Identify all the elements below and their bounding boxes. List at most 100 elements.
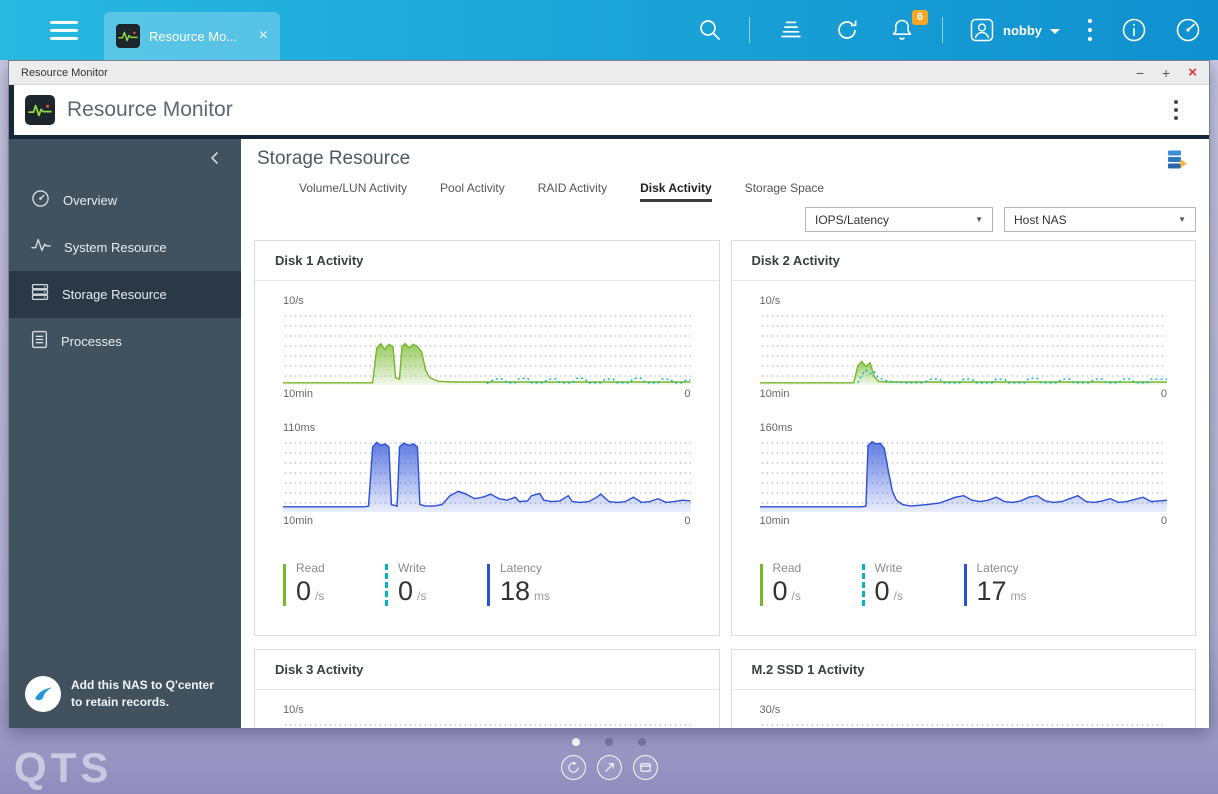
disk1-latency-chart xyxy=(283,438,691,512)
app-title: Resource Monitor xyxy=(67,98,233,121)
desktop: Resource Mo... × 6 nobby Resource Monito… xyxy=(0,0,1218,794)
background-tasks-icon[interactable] xyxy=(776,15,806,45)
disk1-activity-card: Disk 1 Activity 10/s 10min 0 110ms 10min… xyxy=(254,240,720,636)
metric-select-value: IOPS/Latency xyxy=(815,212,890,227)
external-device-sync-icon[interactable] xyxy=(832,15,862,45)
qcenter-promo[interactable]: Add this NAS to Q'center to retain recor… xyxy=(25,676,214,712)
taskbar-divider xyxy=(942,17,943,43)
page-dot-1[interactable] xyxy=(572,738,580,746)
metric-select[interactable]: IOPS/Latency ▼ xyxy=(805,207,993,232)
read-marker xyxy=(759,564,763,606)
read-label: Read xyxy=(772,561,802,575)
target-select-value: Host NAS xyxy=(1014,212,1067,227)
x-start-label: 10min xyxy=(759,388,790,400)
notification-badge: 6 xyxy=(911,10,928,25)
disk3-activity-card: Disk 3 Activity 10/s xyxy=(254,649,720,728)
m2-ssd1-activity-card: M.2 SSD 1 Activity 30/s xyxy=(730,649,1196,728)
qcenter-icon xyxy=(25,676,61,712)
user-icon xyxy=(969,17,995,43)
notifications-bell-icon[interactable]: 6 xyxy=(888,10,928,44)
sidebar-item-storage-resource[interactable]: Storage Resource xyxy=(9,271,241,318)
tab-close-icon[interactable]: × xyxy=(259,28,268,44)
qcenter-text: Add this NAS to Q'center to retain recor… xyxy=(71,677,214,711)
x-start-label: 10min xyxy=(759,515,790,527)
taskbar-tab-resource-monitor[interactable]: Resource Mo... × xyxy=(104,12,280,60)
latency-label: Latency xyxy=(976,561,1019,575)
sidebar-collapse-button[interactable] xyxy=(209,151,219,165)
iops-ymax-label: 10/s xyxy=(283,704,304,716)
sidebar-item-label: Overview xyxy=(63,193,118,208)
qcenter-text-line1: Add this NAS to Q'center xyxy=(71,678,214,692)
card-title: Disk 3 Activity xyxy=(255,650,719,690)
read-value: 0 xyxy=(772,576,788,606)
window-titlebar[interactable]: Resource Monitor − + × xyxy=(9,61,1209,85)
read-legend: Read 0 /s xyxy=(759,561,862,606)
sidebar-item-label: System Resource xyxy=(64,240,167,255)
user-menu[interactable]: nobby xyxy=(969,17,1060,43)
write-value: 0 xyxy=(874,576,890,606)
write-value: 0 xyxy=(398,576,414,606)
sidebar-item-label: Processes xyxy=(61,334,122,349)
activity-cards: Disk 1 Activity 10/s 10min 0 110ms 10min… xyxy=(254,240,1196,728)
maximize-button[interactable]: + xyxy=(1162,66,1170,80)
write-label: Write xyxy=(874,561,903,575)
chevron-down-icon: ▼ xyxy=(1178,215,1186,224)
sidebar-item-processes[interactable]: Processes xyxy=(9,318,241,365)
x-start-label: 10min xyxy=(283,515,313,527)
storage-shortcut-icon[interactable] xyxy=(1166,148,1188,170)
page-dot-3[interactable] xyxy=(638,738,646,746)
close-button[interactable]: × xyxy=(1188,65,1197,80)
page-title: Storage Resource xyxy=(257,148,411,169)
minimize-button[interactable]: − xyxy=(1136,66,1144,80)
iops-ymax-label: 10/s xyxy=(283,295,304,307)
processes-icon xyxy=(31,330,48,354)
tab-storage-space[interactable]: Storage Space xyxy=(745,181,824,202)
tab-volume-lun-activity[interactable]: Volume/LUN Activity xyxy=(299,181,407,202)
latency-unit: ms xyxy=(534,589,551,603)
read-unit: /s xyxy=(315,589,325,603)
sidebar-item-overview[interactable]: Overview xyxy=(9,177,241,224)
latency-marker xyxy=(487,564,490,606)
latency-value: 18 xyxy=(500,576,531,606)
sidebar-item-system-resource[interactable]: System Resource xyxy=(9,224,241,271)
main-menu-button[interactable] xyxy=(50,20,78,40)
read-marker xyxy=(283,564,286,606)
search-icon[interactable] xyxy=(697,17,723,43)
tab-disk-activity[interactable]: Disk Activity xyxy=(640,181,712,202)
dashboard-gauge-icon[interactable] xyxy=(1174,16,1202,44)
system-resource-icon xyxy=(31,237,51,258)
disk2-activity-card: Disk 2 Activity 10/s 10min 0 160ms 10min… xyxy=(730,240,1196,636)
qts-logo: QTS xyxy=(14,744,113,791)
disk2-legend: Read 0 /s Write 0 /s Latency 17 ms xyxy=(759,561,1168,606)
filters-row: IOPS/Latency ▼ Host NAS ▼ xyxy=(254,207,1196,232)
storage-resource-icon xyxy=(31,283,49,306)
disk1-iops-chart xyxy=(283,311,691,385)
more-options-icon[interactable] xyxy=(1086,17,1094,43)
chevron-down-icon: ▼ xyxy=(975,215,983,224)
latency-label: Latency xyxy=(500,561,543,575)
target-select[interactable]: Host NAS ▼ xyxy=(1004,207,1196,232)
read-legend: Read 0 /s xyxy=(283,561,385,606)
taskbar-divider xyxy=(749,17,750,43)
show-desktop-button[interactable] xyxy=(632,755,658,780)
taskbar-tab-label: Resource Mo... xyxy=(149,28,238,44)
overview-icon xyxy=(31,189,50,213)
sidebar-item-label: Storage Resource xyxy=(62,287,167,302)
taskbar: Resource Mo... × 6 nobby xyxy=(0,0,1218,60)
qcenter-text-line2: to retain records. xyxy=(71,695,170,709)
recent-apps-button[interactable] xyxy=(560,755,586,780)
latency-ymax-label: 110ms xyxy=(283,422,316,434)
tab-pool-activity[interactable]: Pool Activity xyxy=(440,181,505,202)
disk1-legend: Read 0 /s Write 0 /s Latency 18 ms xyxy=(283,561,691,606)
main-content: Storage Resource Volume/LUN Activity Poo… xyxy=(241,139,1209,728)
info-icon[interactable] xyxy=(1120,16,1148,44)
tab-raid-activity[interactable]: RAID Activity xyxy=(538,181,607,202)
quick-launch-button[interactable] xyxy=(596,755,622,780)
activity-tabs: Volume/LUN Activity Pool Activity RAID A… xyxy=(254,181,1196,202)
header-more-icon[interactable] xyxy=(1173,99,1179,121)
window-controls: − + × xyxy=(1136,65,1197,80)
latency-unit: ms xyxy=(1010,589,1027,603)
header-accent-bar xyxy=(9,85,14,135)
page-dot-2[interactable] xyxy=(605,738,613,746)
iops-ymax-label: 10/s xyxy=(759,295,781,307)
